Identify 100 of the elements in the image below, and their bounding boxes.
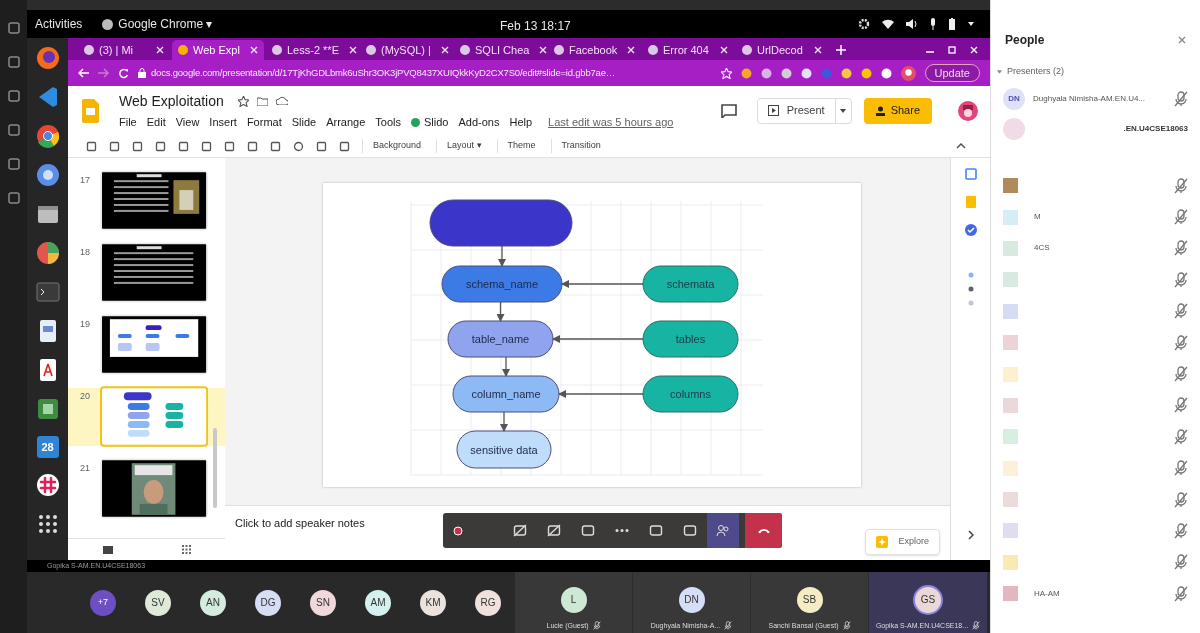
address-field[interactable]: docs.google.com/presentation/d/17TjKhGDLbmk6uShr3OK3jPVQ8437XUIQkkKyD2CX7S0/edit#slide=id.gbb7ae… xyxy=(138,63,712,83)
grid-view-icon[interactable] xyxy=(181,545,191,554)
menu-item[interactable]: Slide xyxy=(291,113,317,131)
extension-icon[interactable] xyxy=(760,67,772,79)
avatar[interactable]: AN xyxy=(200,589,226,616)
browser-tab[interactable]: SQLI Chea xyxy=(454,40,546,60)
expand-icon[interactable] xyxy=(967,530,974,540)
extension-icon[interactable] xyxy=(880,67,892,79)
participants-button[interactable] xyxy=(707,513,739,548)
slack-icon[interactable] xyxy=(35,473,60,497)
volume-icon[interactable] xyxy=(906,19,918,29)
calendar-icon[interactable]: 28 xyxy=(36,436,59,458)
browser-tab[interactable]: (MySQL) | xyxy=(360,40,452,60)
section-header[interactable]: Presenters (2) xyxy=(1007,65,1065,79)
avatar-icon[interactable] xyxy=(900,65,916,81)
cloud-icon[interactable] xyxy=(275,97,288,106)
chrome-icon[interactable] xyxy=(35,124,60,148)
filmstrip-view-icon[interactable] xyxy=(102,545,113,554)
avatar[interactable]: AM xyxy=(365,589,391,616)
browser-tab[interactable]: Facebook xyxy=(548,40,640,60)
rail-icon[interactable] xyxy=(7,90,20,102)
menu-item[interactable]: Insert xyxy=(209,113,237,131)
reload-icon[interactable] xyxy=(118,67,129,79)
avatar[interactable]: RG xyxy=(475,589,501,616)
maximize-icon[interactable] xyxy=(948,46,956,54)
avatar[interactable]: DG xyxy=(255,589,281,616)
rail-icon[interactable] xyxy=(7,124,20,136)
extension-icon[interactable] xyxy=(840,67,852,79)
last-edit-link[interactable]: Last edit was 5 hours ago xyxy=(548,113,674,131)
browser-icon[interactable] xyxy=(35,163,60,187)
toolbar-button[interactable]: Theme xyxy=(496,139,539,153)
flow-node[interactable]: tables xyxy=(642,320,739,358)
menu-item[interactable]: Arrange xyxy=(326,113,366,131)
speaker-notes-field[interactable]: Click to add speaker notes xyxy=(235,515,365,532)
menu-item[interactable]: Edit xyxy=(146,113,166,131)
star-icon[interactable] xyxy=(237,95,249,107)
flow-node[interactable]: schemata xyxy=(642,265,739,303)
flow-node[interactable]: sensitive data xyxy=(456,430,552,469)
collapse-icon[interactable] xyxy=(956,143,966,149)
toolbar-button[interactable]: Layout ▾ xyxy=(436,139,485,153)
menu-item[interactable]: File xyxy=(119,113,137,131)
flow-node[interactable]: column_name xyxy=(452,375,560,413)
clock[interactable]: Feb 13 18:17 xyxy=(500,17,571,35)
settings-icon[interactable] xyxy=(858,18,870,30)
document-title[interactable]: Web Exploitation xyxy=(119,90,224,112)
slide-thumbnail[interactable] xyxy=(99,242,208,303)
flow-node[interactable]: table_name xyxy=(447,320,554,358)
menu-item[interactable]: Tools xyxy=(375,113,401,131)
extension-icon[interactable] xyxy=(740,67,752,79)
avatar-icon[interactable] xyxy=(958,100,978,121)
update-button[interactable]: Update xyxy=(924,64,980,82)
rail-icon[interactable] xyxy=(7,56,20,68)
avatar[interactable]: SV xyxy=(145,589,171,616)
pie-chart-icon[interactable] xyxy=(35,241,60,265)
terminal-icon[interactable] xyxy=(35,280,60,304)
menu-item[interactable]: Format xyxy=(246,113,282,131)
toolbar-button[interactable]: Background xyxy=(362,139,425,153)
extension-icon[interactable] xyxy=(860,67,872,79)
browser-tab[interactable]: Web Expl xyxy=(172,40,264,60)
menu-item[interactable]: Help xyxy=(509,113,533,131)
more-participants-button[interactable]: +7 xyxy=(90,589,116,616)
comment-icon[interactable] xyxy=(720,103,737,118)
browser-tab[interactable]: Less-2 **E xyxy=(266,40,358,60)
browser-tab[interactable]: Error 404 xyxy=(642,40,734,60)
menu-item[interactable]: View xyxy=(175,113,200,131)
battery-icon[interactable] xyxy=(948,18,956,30)
calendar-icon[interactable] xyxy=(964,168,977,180)
rail-icon[interactable] xyxy=(7,158,20,170)
flow-node[interactable]: columns xyxy=(642,375,739,413)
activities-button[interactable]: Activities xyxy=(35,15,83,33)
menu-item[interactable]: Slido xyxy=(411,113,449,131)
rail-icon[interactable] xyxy=(7,22,20,34)
microphone-icon[interactable] xyxy=(930,18,936,30)
slide-thumbnail[interactable] xyxy=(99,458,208,519)
tasks-icon[interactable] xyxy=(964,224,977,236)
explore-button[interactable]: Explore xyxy=(865,529,940,555)
flow-node[interactable] xyxy=(429,199,573,247)
browser-tab[interactable]: (3) | Mi xyxy=(78,40,170,60)
browser-tab[interactable]: UrlDecod xyxy=(736,40,828,60)
chip-icon[interactable] xyxy=(35,397,60,421)
flow-node[interactable]: schema_name xyxy=(441,265,563,303)
folder-icon[interactable] xyxy=(256,96,268,106)
avatar[interactable]: SN xyxy=(310,589,336,616)
app-menu[interactable]: Google Chrome ▾ xyxy=(118,15,213,33)
caret-icon[interactable] xyxy=(968,22,974,26)
new-tab-icon[interactable] xyxy=(836,45,846,55)
slide-thumbnail[interactable] xyxy=(99,170,208,231)
toolbar-button[interactable]: Transition xyxy=(550,139,604,153)
back-icon[interactable] xyxy=(78,68,89,78)
rail-icon[interactable] xyxy=(7,192,20,204)
extension-icon[interactable] xyxy=(800,67,812,79)
share-button[interactable]: Share xyxy=(863,97,932,124)
extension-icon[interactable] xyxy=(780,67,792,79)
globe-icon[interactable] xyxy=(35,46,60,70)
menu-item[interactable]: Add-ons xyxy=(458,113,500,131)
wifi-icon[interactable] xyxy=(882,19,894,29)
slide-thumbnail[interactable] xyxy=(99,386,208,447)
shape-icon[interactable] xyxy=(293,140,304,152)
slide-thumbnail[interactable] xyxy=(99,314,208,375)
avatar[interactable]: KM xyxy=(420,589,446,616)
